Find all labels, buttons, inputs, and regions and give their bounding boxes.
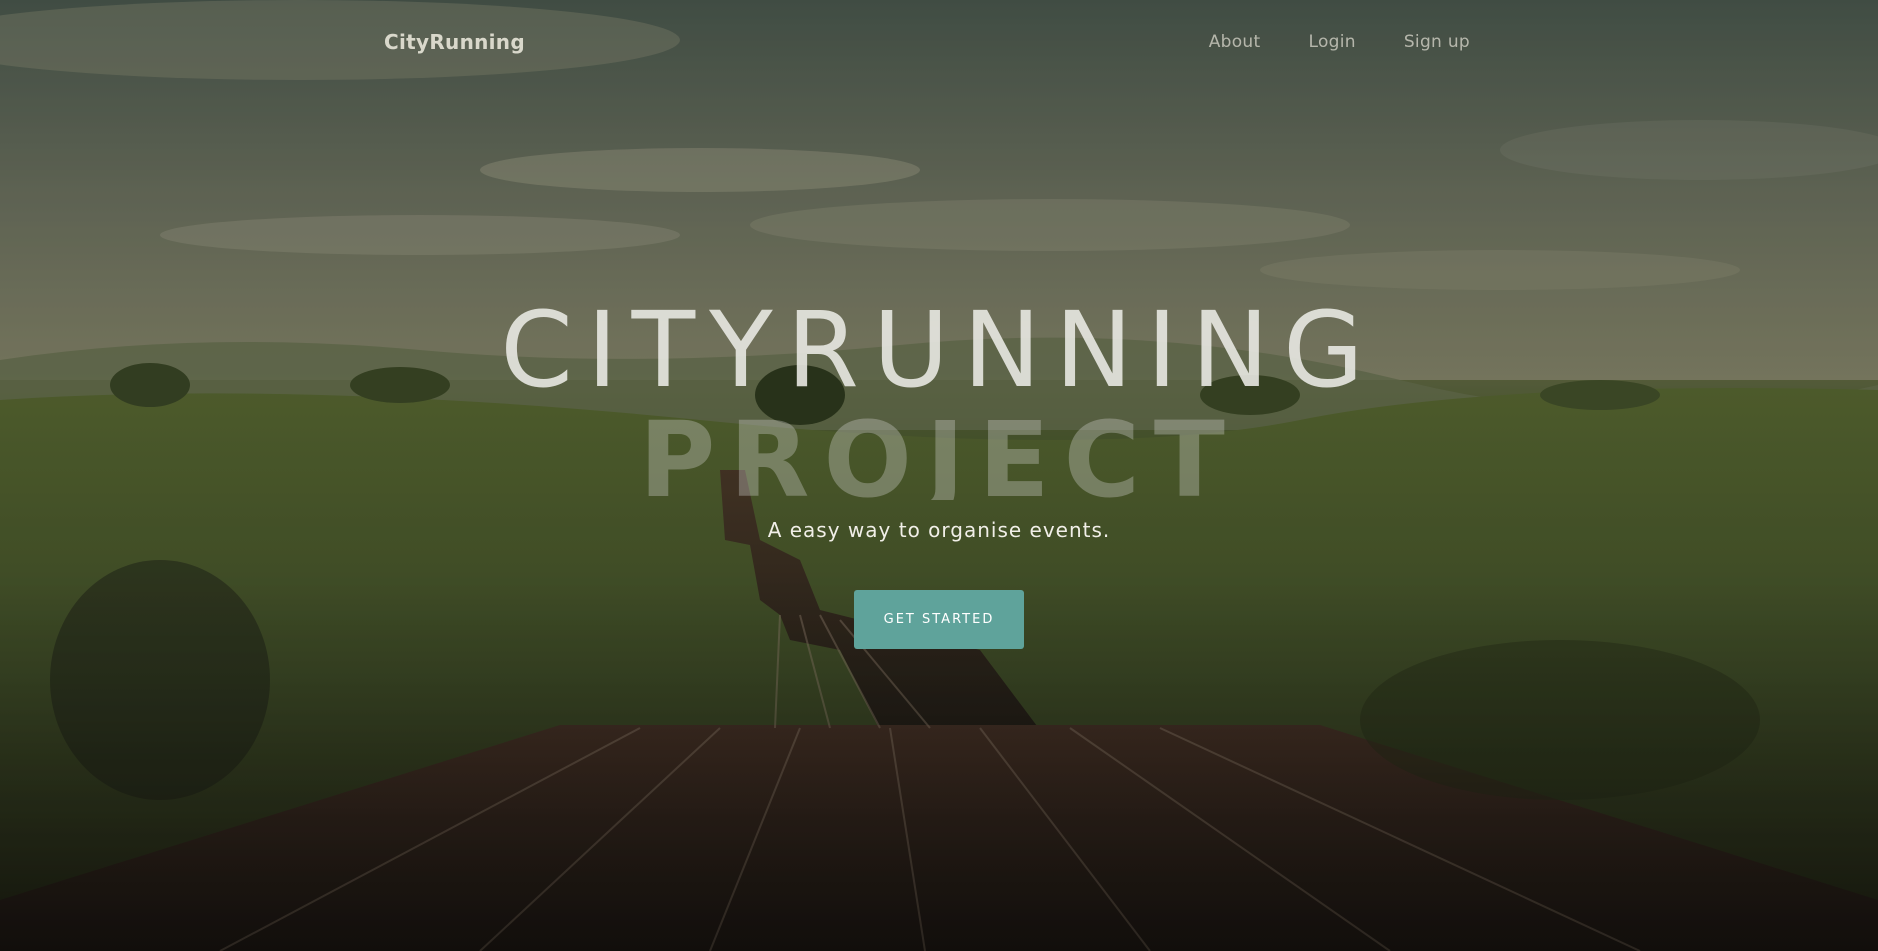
nav-link-about[interactable]: About xyxy=(1209,32,1261,52)
nav-link-login[interactable]: Login xyxy=(1308,32,1355,52)
hero-title-line-1: CITYRUNNING xyxy=(500,289,1378,411)
hero-tagline: A easy way to organise events. xyxy=(767,518,1111,542)
hero-title-line-2: PROJECT xyxy=(639,408,1239,500)
nav-links: About Login Sign up xyxy=(1161,32,1470,52)
get-started-button[interactable]: GET STARTED xyxy=(854,590,1024,649)
navbar: CityRunning About Login Sign up xyxy=(0,0,1878,88)
hero-section: CityRunning About Login Sign up CITYRUNN… xyxy=(0,0,1878,951)
nav-link-signup[interactable]: Sign up xyxy=(1404,32,1470,52)
brand-logo-link[interactable]: CityRunning xyxy=(384,30,525,54)
